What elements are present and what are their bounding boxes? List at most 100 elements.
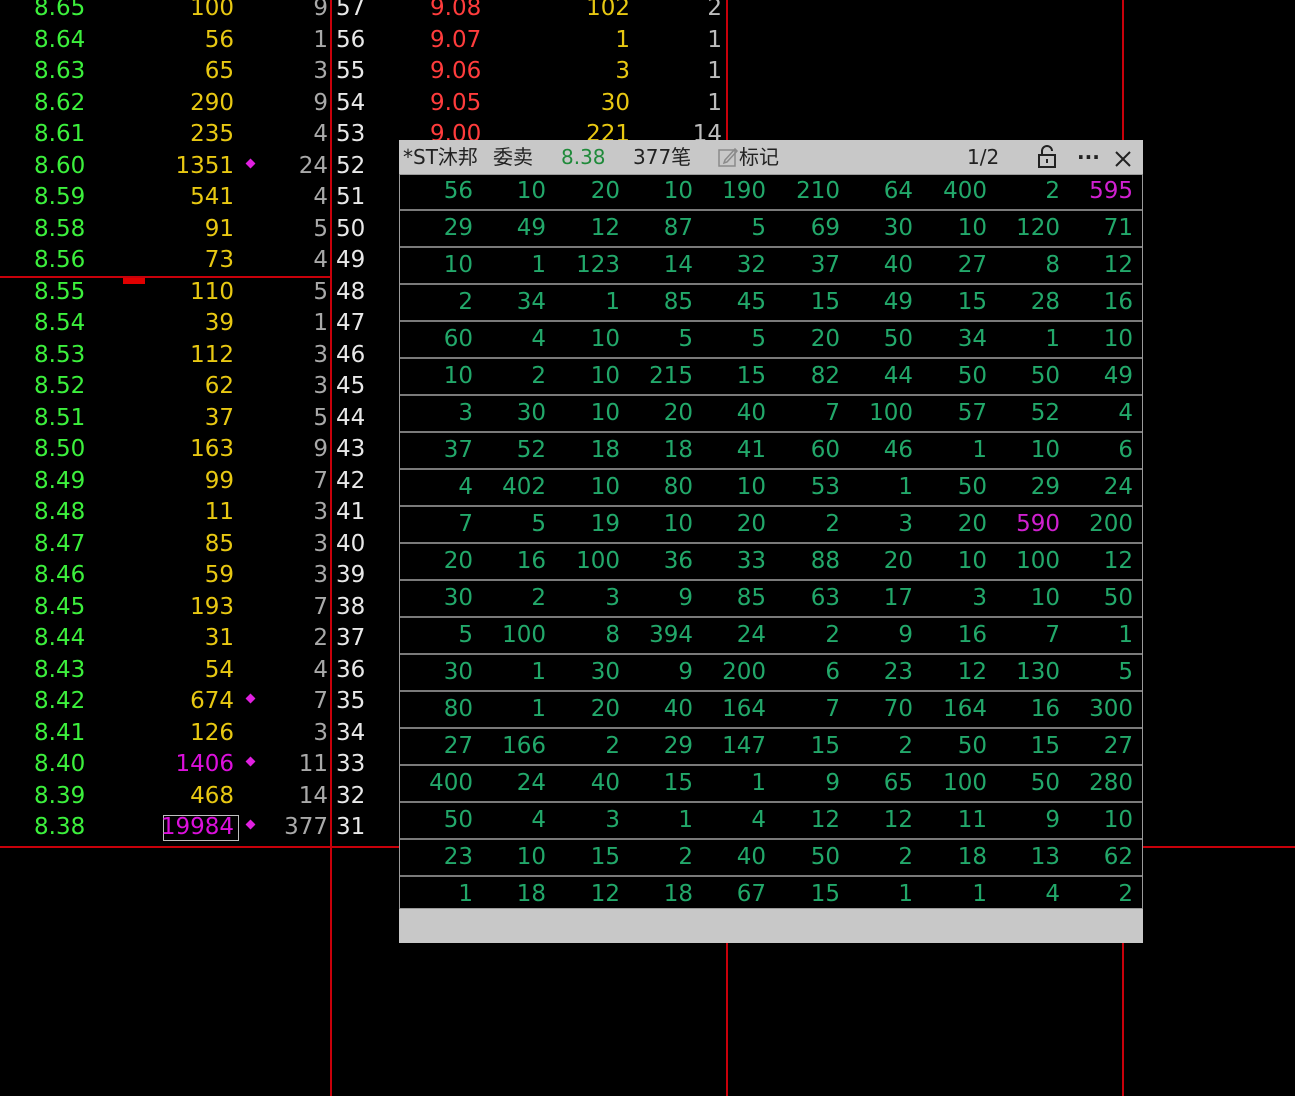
bid-row[interactable]: 8.54 39 1 47 [0, 308, 380, 339]
queue-cell[interactable]: 30 [486, 396, 546, 431]
queue-cell[interactable]: 120 [1000, 211, 1060, 246]
queue-cell[interactable]: 20 [413, 544, 473, 579]
bid-row[interactable]: 8.39 468 14 32 [0, 781, 380, 812]
queue-cell[interactable]: 80 [413, 692, 473, 727]
queue-cell[interactable]: 15 [927, 285, 987, 320]
queue-cell[interactable]: 3 [853, 507, 913, 542]
queue-cell[interactable]: 1 [706, 766, 766, 801]
queue-cell[interactable]: 10 [560, 396, 620, 431]
queue-cell[interactable]: 10 [1073, 322, 1133, 357]
queue-cell[interactable]: 100 [486, 618, 546, 653]
queue-cell[interactable]: 15 [560, 840, 620, 875]
queue-cell[interactable]: 44 [853, 359, 913, 394]
queue-cell[interactable]: 1 [927, 877, 987, 912]
queue-cell[interactable]: 52 [486, 433, 546, 468]
queue-cell[interactable]: 11 [927, 803, 987, 838]
queue-cell[interactable]: 4 [486, 803, 546, 838]
queue-cell[interactable]: 53 [780, 470, 840, 505]
queue-cell[interactable]: 80 [633, 470, 693, 505]
queue-cell[interactable]: 2 [560, 729, 620, 764]
queue-cell[interactable]: 5 [706, 211, 766, 246]
queue-cell[interactable]: 13 [1000, 840, 1060, 875]
queue-cell[interactable]: 10 [486, 174, 546, 209]
queue-cell[interactable]: 63 [780, 581, 840, 616]
queue-cell[interactable]: 40 [560, 766, 620, 801]
ask-row[interactable]: 9.07 1 1 [0, 25, 726, 56]
queue-cell[interactable]: 5 [413, 618, 473, 653]
queue-cell[interactable]: 12 [853, 803, 913, 838]
queue-cell[interactable]: 18 [633, 433, 693, 468]
queue-cell[interactable]: 6 [780, 655, 840, 690]
bid-row[interactable]: 8.59 541 4 51 [0, 182, 380, 213]
queue-cell[interactable]: 4 [486, 322, 546, 357]
queue-cell[interactable]: 1 [853, 877, 913, 912]
queue-cell[interactable]: 8 [1000, 248, 1060, 283]
queue-cell[interactable]: 27 [1073, 729, 1133, 764]
queue-cell[interactable]: 65 [853, 766, 913, 801]
queue-cell[interactable]: 20 [927, 507, 987, 542]
queue-cell[interactable]: 62 [1073, 840, 1133, 875]
queue-cell[interactable]: 5 [1073, 655, 1133, 690]
queue-cell[interactable]: 33 [706, 544, 766, 579]
queue-cell[interactable]: 57 [927, 396, 987, 431]
queue-cell[interactable]: 20 [706, 507, 766, 542]
queue-cell[interactable]: 1 [1073, 618, 1133, 653]
bid-row[interactable]: 8.45 193 7 38 [0, 592, 380, 623]
bid-row[interactable]: 8.55 110 5 48 [0, 277, 380, 308]
queue-cell[interactable]: 50 [927, 729, 987, 764]
queue-cell[interactable]: 69 [780, 211, 840, 246]
queue-cell[interactable]: 30 [853, 211, 913, 246]
queue-cell[interactable]: 2 [486, 359, 546, 394]
queue-cell[interactable]: 1 [486, 248, 546, 283]
queue-cell[interactable]: 23 [413, 840, 473, 875]
queue-cell[interactable]: 2 [633, 840, 693, 875]
queue-cell[interactable]: 15 [706, 359, 766, 394]
queue-cell[interactable]: 15 [633, 766, 693, 801]
queue-cell[interactable]: 30 [413, 655, 473, 690]
queue-cell[interactable]: 5 [633, 322, 693, 357]
queue-cell[interactable]: 2 [1073, 877, 1133, 912]
bid-row[interactable]: 8.49 99 7 42 [0, 466, 380, 497]
queue-cell[interactable]: 10 [413, 248, 473, 283]
queue-cell[interactable]: 3 [927, 581, 987, 616]
queue-cell[interactable]: 5 [706, 322, 766, 357]
queue-cell[interactable]: 28 [1000, 285, 1060, 320]
bid-row[interactable]: 8.47 85 3 40 [0, 529, 380, 560]
queue-cell[interactable]: 34 [927, 322, 987, 357]
queue-cell[interactable]: 49 [853, 285, 913, 320]
queue-cell[interactable]: 16 [486, 544, 546, 579]
bid-row[interactable]: 8.46 59 3 39 [0, 560, 380, 591]
queue-cell[interactable]: 7 [1000, 618, 1060, 653]
queue-cell[interactable]: 130 [1000, 655, 1060, 690]
queue-cell[interactable]: 190 [706, 174, 766, 209]
queue-cell[interactable]: 18 [633, 877, 693, 912]
queue-cell[interactable]: 52 [1000, 396, 1060, 431]
queue-cell[interactable]: 6 [1073, 433, 1133, 468]
queue-cell[interactable]: 7 [780, 396, 840, 431]
queue-cell[interactable]: 16 [1073, 285, 1133, 320]
queue-cell[interactable]: 85 [706, 581, 766, 616]
queue-cell[interactable]: 1 [1000, 322, 1060, 357]
queue-cell[interactable]: 2 [780, 618, 840, 653]
queue-cell[interactable]: 12 [1073, 248, 1133, 283]
queue-cell[interactable]: 82 [780, 359, 840, 394]
queue-cell[interactable]: 46 [853, 433, 913, 468]
queue-cell[interactable]: 100 [560, 544, 620, 579]
queue-cell[interactable]: 10 [413, 359, 473, 394]
queue-cell[interactable]: 3 [560, 581, 620, 616]
popup-title-bar[interactable]: *ST沐邦 委卖 8.38 377笔 标记 1/2 ··· [399, 140, 1143, 174]
queue-cell[interactable]: 200 [1073, 507, 1133, 542]
queue-cell[interactable]: 3 [560, 803, 620, 838]
queue-cell[interactable]: 37 [413, 433, 473, 468]
queue-cell[interactable]: 147 [706, 729, 766, 764]
ask-row[interactable]: 9.05 30 1 [0, 88, 726, 119]
queue-cell[interactable]: 4 [413, 470, 473, 505]
queue-cell[interactable]: 1 [486, 692, 546, 727]
queue-cell[interactable]: 70 [853, 692, 913, 727]
queue-cell[interactable]: 67 [706, 877, 766, 912]
queue-cell[interactable]: 56 [413, 174, 473, 209]
queue-cell[interactable]: 10 [1000, 581, 1060, 616]
queue-cell[interactable]: 4 [706, 803, 766, 838]
bid-row[interactable]: 8.53 112 3 46 [0, 340, 380, 371]
queue-cell[interactable]: 9 [1000, 803, 1060, 838]
